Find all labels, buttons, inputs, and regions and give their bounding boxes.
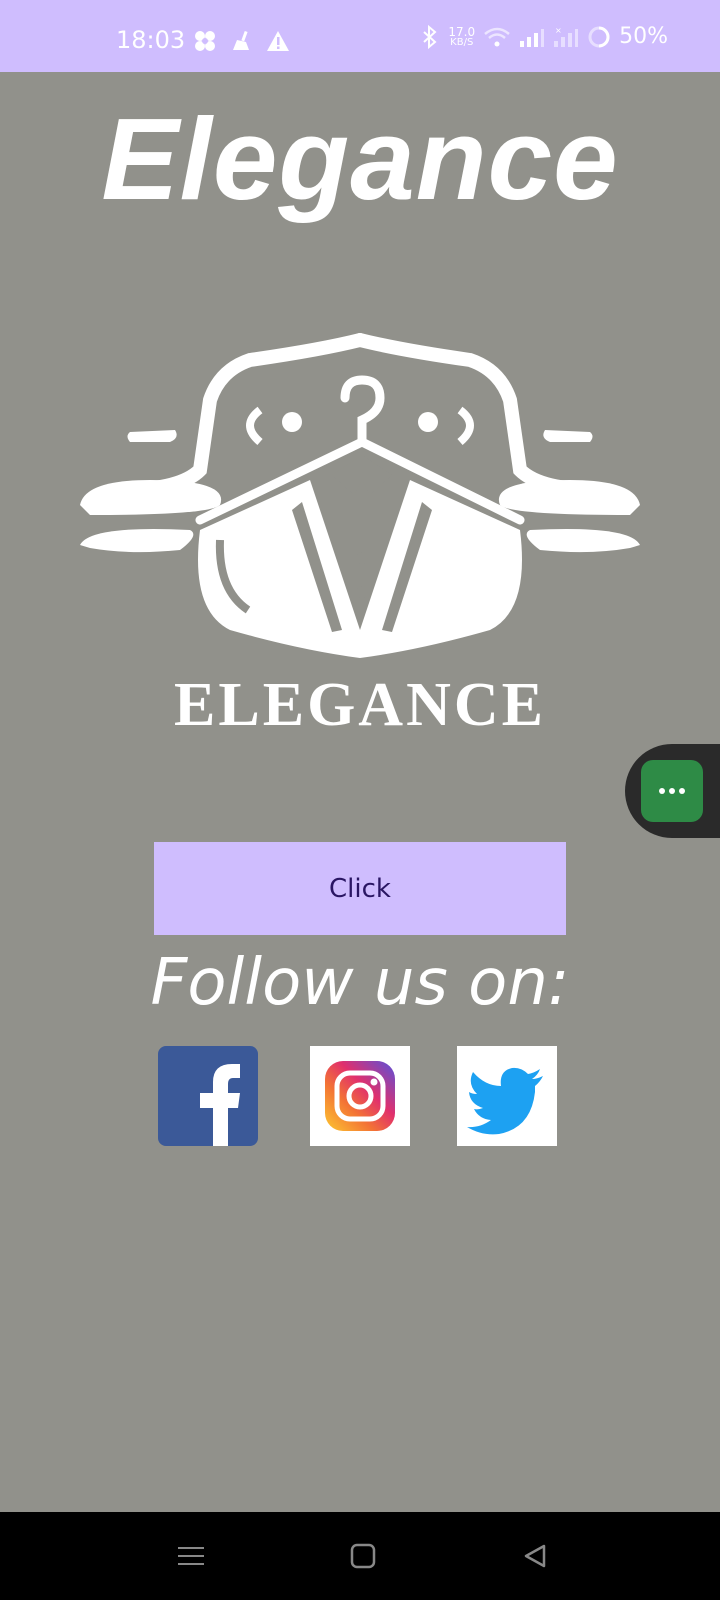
warning-icon xyxy=(267,31,289,51)
menu-icon xyxy=(178,1547,204,1565)
home-button[interactable] xyxy=(341,1534,385,1578)
status-right-icons: 17.0 KB/S × 50% xyxy=(420,24,668,49)
recent-apps-button[interactable] xyxy=(169,1534,213,1578)
more-dots-icon xyxy=(659,788,685,794)
status-bar: 18:03 17.0 KB/S × 50% xyxy=(0,0,720,72)
back-button[interactable] xyxy=(513,1534,557,1578)
app-title: Elegance xyxy=(101,94,619,224)
signal-icon xyxy=(520,28,545,47)
more-options-button[interactable] xyxy=(641,760,703,822)
logo-text: ELEGANCE xyxy=(174,671,546,739)
back-triangle-icon xyxy=(524,1544,546,1568)
svg-text:×: × xyxy=(555,26,562,35)
twitter-icon[interactable] xyxy=(457,1046,557,1146)
floating-assistant[interactable] xyxy=(625,744,720,838)
notification-icons xyxy=(194,30,290,52)
elegance-logo: ELEGANCE xyxy=(80,333,640,739)
facebook-icon[interactable] xyxy=(158,1046,258,1146)
battery-percent: 50% xyxy=(619,24,668,49)
bluetooth-icon xyxy=(423,24,437,49)
network-speed-unit: KB/S xyxy=(450,36,474,48)
click-button[interactable]: Click xyxy=(154,842,566,935)
navigation-bar xyxy=(0,1512,720,1600)
app-screen: 18:03 17.0 KB/S × 50% Elegance ELEGANCE … xyxy=(0,0,720,1600)
battery-icon xyxy=(588,26,610,47)
network-speed: 17.0 KB/S xyxy=(448,26,475,48)
broom-icon xyxy=(233,30,249,50)
follow-us-label: Follow us on: xyxy=(150,946,570,1020)
signal-no-sim-icon: × xyxy=(554,26,579,47)
status-time: 18:03 xyxy=(116,26,186,54)
home-square-icon xyxy=(350,1543,376,1569)
wifi-icon xyxy=(484,27,510,46)
instagram-icon[interactable] xyxy=(310,1046,410,1146)
network-speed-value: 17.0 xyxy=(448,24,476,39)
fan-icon xyxy=(195,31,215,51)
